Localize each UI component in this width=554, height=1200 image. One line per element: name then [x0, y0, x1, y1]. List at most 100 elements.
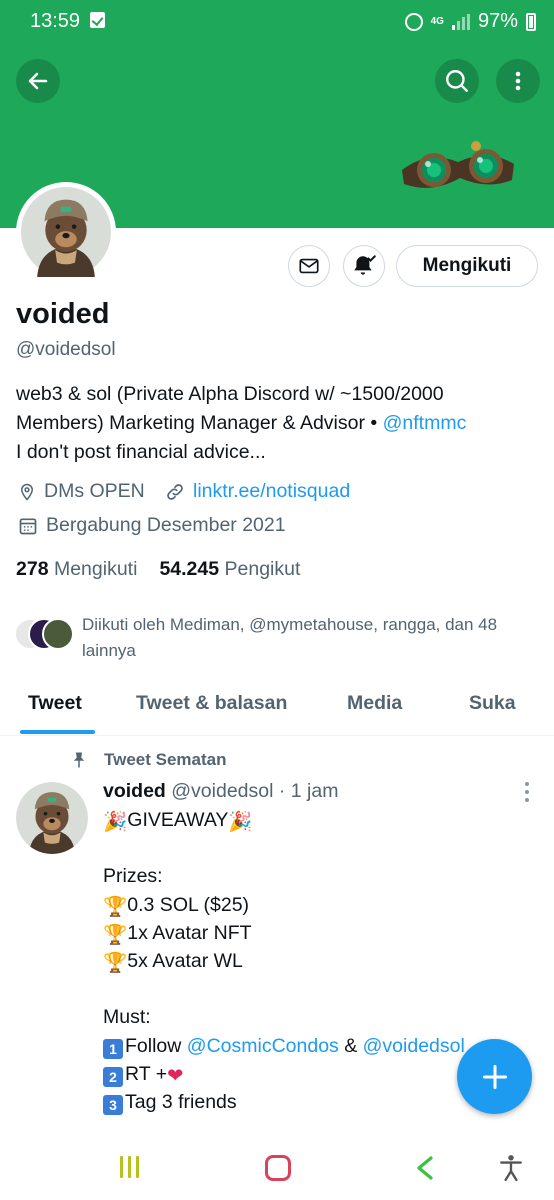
system-back-button[interactable]	[414, 1155, 436, 1181]
location: DMs OPEN	[18, 480, 145, 503]
bear-avatar-image	[16, 782, 88, 854]
battery-percent: 97%	[477, 10, 518, 32]
bio-mention-link[interactable]: @nftmmc	[383, 412, 467, 434]
tweet-text: 0.3 SOL ($25)	[127, 893, 250, 916]
tweet-mention-link[interactable]: @voidedsol	[363, 1035, 465, 1057]
mail-icon	[299, 258, 319, 274]
tab-likes[interactable]: Suka	[469, 692, 516, 715]
pinned-text: Tweet Sematan	[104, 750, 227, 769]
followers-label: Pengikut	[224, 558, 301, 580]
status-time: 13:59	[30, 10, 81, 32]
message-button[interactable]	[288, 245, 330, 287]
tweet-line: 🏆0.3 SOL ($25)	[103, 891, 533, 919]
tweet-more-button[interactable]	[520, 782, 534, 802]
pin-icon	[73, 752, 85, 768]
location-text: DMs OPEN	[44, 480, 145, 502]
tweet-text: Tag 3 friends	[125, 1090, 237, 1113]
trophy-icon: 🏆	[103, 895, 128, 918]
compose-tweet-button[interactable]	[457, 1039, 532, 1114]
followed-by-avatars[interactable]	[14, 616, 78, 652]
keycap-1-icon: 1	[103, 1038, 123, 1059]
join-date: Bergabung Desember 2021	[18, 514, 286, 537]
tweet-time: 1 jam	[290, 780, 339, 802]
tab-tweets[interactable]: Tweet	[28, 692, 82, 715]
follow-counts: 278 Mengikuti 54.245 Pengikut	[16, 558, 300, 581]
calendar-icon	[19, 518, 37, 534]
tweet-text: GIVEAWAY	[127, 809, 229, 831]
search-icon	[446, 70, 468, 92]
keycap-3-icon: 3	[103, 1094, 123, 1115]
tweet-separator: ·	[278, 780, 286, 802]
bio-text: Members) Marketing Manager & Advisor •	[16, 412, 383, 434]
home-button[interactable]	[265, 1155, 291, 1181]
following-count[interactable]: 278 Mengikuti	[16, 558, 137, 581]
tab-media[interactable]: Media	[347, 692, 402, 715]
more-options-button[interactable]	[496, 59, 540, 103]
link-icon	[167, 483, 183, 500]
location-pin-icon	[20, 483, 34, 501]
signal-icon	[451, 13, 470, 30]
tweet-header: voided @voidedsol · 1 jam	[103, 780, 338, 803]
tweet-author-handle: @voidedsol	[171, 780, 274, 802]
following-label: Mengikuti	[53, 558, 138, 580]
active-tab-indicator	[20, 730, 95, 734]
more-vertical-icon	[515, 71, 521, 91]
tweet-line: 🏆5x Avatar WL	[103, 947, 533, 975]
arrow-left-icon	[28, 72, 48, 90]
bio-line: Members) Marketing Manager & Advisor • @…	[16, 409, 546, 438]
trophy-icon: 🏆	[103, 951, 128, 974]
more-dot	[525, 790, 529, 794]
bear-avatar-image	[21, 187, 111, 277]
tweet-text: &	[338, 1034, 363, 1057]
profile-tabs: Tweet Tweet & balasan Media Suka	[0, 684, 554, 736]
display-name: voided	[16, 298, 110, 330]
profile-avatar[interactable]	[16, 182, 116, 282]
tweet-text: Follow	[125, 1034, 187, 1057]
battery-icon	[526, 12, 536, 31]
heart-icon: ❤	[167, 1064, 184, 1087]
bio-line: web3 & sol (Private Alpha Discord w/ ~15…	[16, 383, 444, 405]
tweet-text: 1x Avatar NFT	[127, 921, 252, 944]
more-dot	[525, 798, 529, 802]
status-bar: 13:59 4G 97%	[0, 0, 554, 42]
more-dot	[525, 782, 529, 786]
tweet-line: 🎉GIVEAWAY🎉	[103, 806, 533, 834]
followers-number: 54.245	[159, 558, 220, 580]
tweet-text: 5x Avatar WL	[127, 949, 243, 972]
following-button[interactable]: Mengikuti	[396, 245, 538, 287]
notifications-button[interactable]	[343, 245, 385, 287]
search-button[interactable]	[435, 59, 479, 103]
goggles-image	[402, 141, 514, 188]
tweet-text: RT +	[125, 1062, 168, 1085]
keycap-2-icon: 2	[103, 1066, 123, 1087]
alarm-icon	[404, 12, 423, 31]
party-popper-icon: 🎉	[228, 811, 253, 833]
bell-check-icon	[354, 255, 376, 275]
trophy-icon: 🏆	[103, 923, 128, 946]
followed-by-text[interactable]: Diikuti oleh Mediman, @mymetahouse, rang…	[82, 612, 532, 664]
website[interactable]: linktr.ee/notisquad	[165, 480, 350, 503]
party-popper-icon: 🎉	[103, 811, 128, 833]
tweet-line: Prizes:	[103, 865, 163, 888]
tweet-mention-link[interactable]: @CosmicCondos	[187, 1035, 339, 1057]
plus-icon	[482, 1064, 507, 1089]
recent-apps-button[interactable]	[120, 1156, 139, 1178]
system-nav-bar	[0, 1134, 554, 1200]
join-date-text: Bergabung Desember 2021	[46, 514, 286, 536]
back-button[interactable]	[16, 59, 60, 103]
tweet-author-avatar[interactable]	[16, 782, 88, 854]
bio-line: I don't post financial advice...	[16, 441, 266, 463]
tab-tweets-replies[interactable]: Tweet & balasan	[136, 692, 287, 715]
tweet-author-name[interactable]: voided	[103, 780, 166, 802]
download-notification-icon	[90, 12, 105, 28]
pinned-label: Tweet Sematan	[70, 750, 227, 770]
profile-bio: web3 & sol (Private Alpha Discord w/ ~15…	[16, 380, 546, 467]
accessibility-icon[interactable]	[498, 1154, 524, 1182]
website-link[interactable]: linktr.ee/notisquad	[193, 480, 350, 503]
user-handle: @voidedsol	[16, 339, 116, 360]
tweet-line: 🏆1x Avatar NFT	[103, 919, 533, 947]
network-type: 4G	[430, 16, 444, 27]
followers-count[interactable]: 54.245 Pengikut	[159, 558, 300, 581]
